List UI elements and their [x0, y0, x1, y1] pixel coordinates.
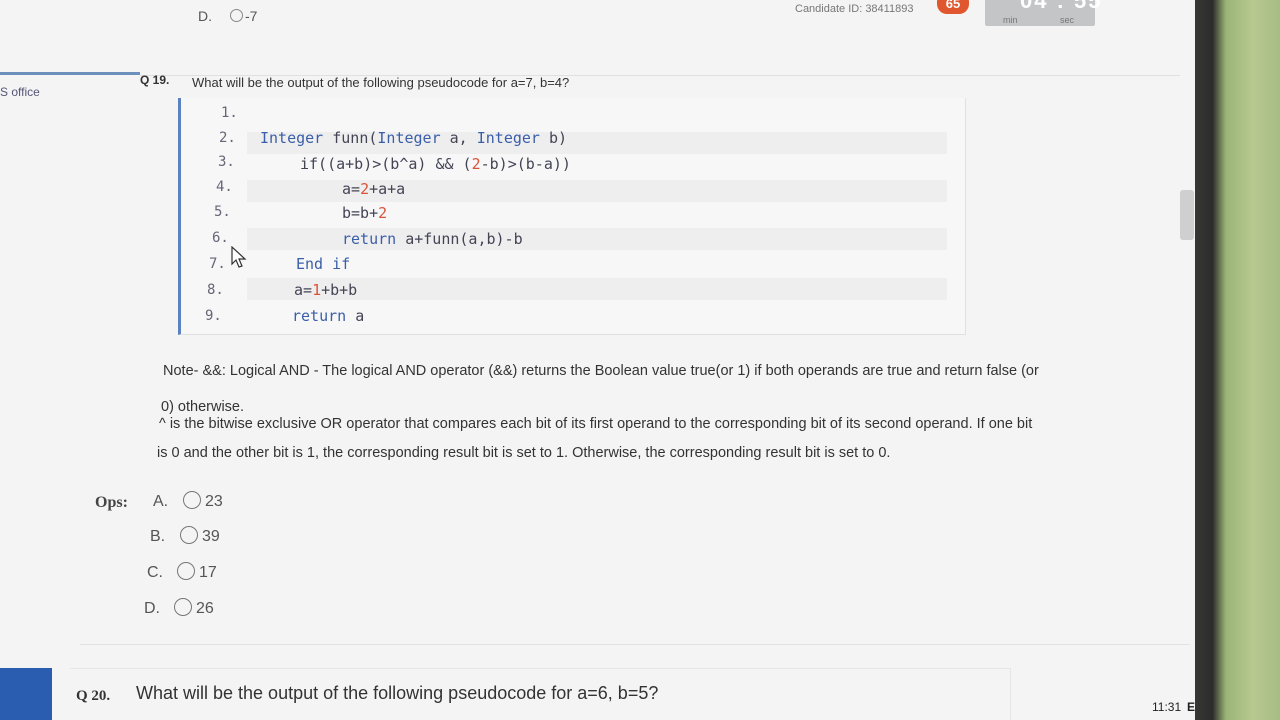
option-d[interactable]: D. 26 — [144, 598, 214, 618]
timer-sec-label: sec — [1060, 15, 1075, 25]
code-line-8: a=1+b+b — [294, 281, 358, 299]
line-number: 3. — [218, 154, 235, 170]
radio-button[interactable] — [174, 598, 192, 616]
option-letter: A. — [153, 493, 169, 510]
code-line-9: return a — [292, 307, 365, 325]
line-number: 1. — [221, 105, 238, 121]
divider — [80, 644, 1190, 645]
clock[interactable]: 11:31 — [1152, 700, 1181, 714]
timer-value: 04 : 55 — [1020, 0, 1103, 13]
note-line-1: Note- &&: Logical AND - The logical AND … — [163, 363, 1039, 379]
code-line-6: return a+funn(a,b)-b — [342, 230, 523, 248]
background-wall — [1190, 0, 1280, 720]
option-value: 23 — [205, 493, 223, 510]
radio-button[interactable] — [177, 562, 195, 580]
next-question-number: Q 20. — [76, 688, 111, 704]
option-value: 39 — [202, 528, 220, 545]
next-question-text: What will be the output of the following… — [136, 683, 659, 703]
code-line-4: a=2+a+a — [342, 180, 406, 198]
line-number: 7. — [209, 256, 226, 272]
line-number: 6. — [212, 230, 229, 246]
option-value: 26 — [196, 600, 214, 617]
option-b[interactable]: B. 39 — [150, 526, 220, 546]
radio-button[interactable] — [183, 491, 201, 509]
option-c[interactable]: C. 17 — [147, 562, 217, 582]
radio-button[interactable] — [230, 9, 243, 22]
code-line-2: Integer funn(Integer a, Integer b) — [260, 129, 568, 147]
code-line-3: ​if((a+b)>(b^a) && (2-b)>(b-a)) — [300, 155, 571, 173]
code-line-7: End if — [296, 255, 351, 273]
line-number: 4. — [216, 179, 233, 195]
exam-screen: D. -7 Candidate ID: 38411893 65 04 : 55 m… — [0, 0, 1195, 720]
line-number: 2. — [219, 130, 236, 146]
option-letter: D. — [198, 8, 212, 24]
option-value: -7 — [245, 8, 258, 24]
previous-question-option-d[interactable]: D. -7 — [198, 8, 257, 24]
sidebar-button[interactable] — [0, 668, 52, 720]
timer-badge: 65 — [937, 0, 969, 14]
line-number: 8. — [207, 282, 224, 298]
sidebar-label[interactable]: S office — [0, 85, 40, 99]
top-bar: D. -7 Candidate ID: 38411893 65 04 : 55 m… — [0, 0, 1195, 36]
sidebar-tab-indicator — [0, 72, 140, 75]
question-text: What will be the output of the following… — [192, 75, 570, 90]
language-indicator[interactable]: ENG — [1187, 700, 1195, 714]
question-number: Q 19. — [140, 73, 170, 87]
note-line-4: is 0 and the other bit is 1, the corresp… — [157, 445, 891, 461]
line-number: 9. — [205, 308, 222, 324]
option-a[interactable]: A. 23 — [153, 491, 223, 511]
code-line-5: b=b+2 — [342, 204, 388, 222]
option-letter: D. — [144, 600, 160, 617]
note-line-2: 0) otherwise. — [161, 399, 245, 415]
option-letter: B. — [150, 528, 166, 545]
options-label: Ops: — [95, 494, 128, 511]
mouse-pointer-icon — [231, 246, 247, 268]
note-line-3: ^ is the bitwise exclusive OR operator t… — [159, 416, 1033, 432]
option-value: 17 — [199, 564, 217, 581]
timer-min-label: min — [1003, 15, 1018, 25]
line-number: 5. — [214, 204, 231, 220]
candidate-id: Candidate ID: 38411893 — [795, 3, 914, 15]
radio-button[interactable] — [180, 526, 198, 544]
scrollbar[interactable] — [1180, 190, 1194, 240]
option-letter: C. — [147, 564, 163, 581]
